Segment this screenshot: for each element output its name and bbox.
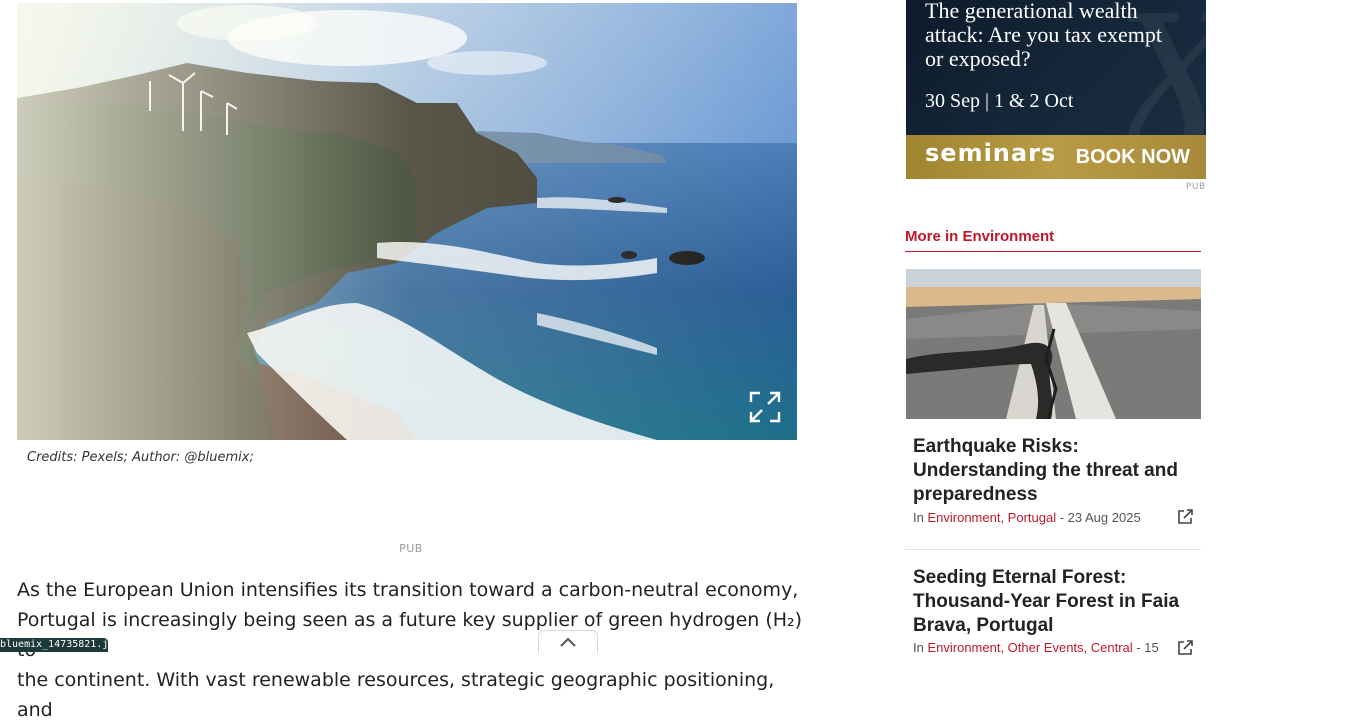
image-caption: Credits: Pexels; Author: @bluemix; <box>27 450 254 465</box>
article-thumbnail[interactable] <box>906 269 1201 419</box>
hero-image[interactable] <box>17 3 797 440</box>
article-date: - 23 Aug 2025 <box>1059 510 1141 525</box>
expand-icon[interactable] <box>748 390 782 424</box>
category-links[interactable]: Environment, Other Events, Central <box>927 640 1132 655</box>
section-heading: More in Environment <box>905 228 1201 252</box>
ad-banner-bottom: seminars BOOK NOW <box>906 135 1206 179</box>
ad-headline: The generational wealth attack: Are you … <box>925 0 1163 71</box>
meta-in-label: In <box>913 510 924 525</box>
chevron-up-icon <box>560 637 576 647</box>
article-date: - 15 <box>1136 640 1159 655</box>
article-meta: In Environment, Portugal - 23 Aug 2025 <box>913 510 1141 525</box>
external-link-icon[interactable] <box>1176 639 1194 657</box>
article-line: Portugal is increasingly being seen as a… <box>17 609 803 661</box>
seminar-ad[interactable]: Ɣ The generational wealth attack: Are yo… <box>906 0 1206 179</box>
article-meta: In Environment, Other Events, Central - … <box>913 640 1159 655</box>
ad-dates: 30 Sep | 1 & 2 Oct <box>925 90 1074 112</box>
article-line: the continent. With vast renewable resou… <box>17 669 775 721</box>
article-body: As the European Union intensifies its tr… <box>17 575 807 725</box>
external-link-icon[interactable] <box>1176 508 1194 526</box>
ad-label: PUB <box>399 542 423 555</box>
article-title-link[interactable]: Earthquake Risks: Understanding the thre… <box>913 435 1198 507</box>
meta-in-label: In <box>913 640 924 655</box>
ad-label: PUB <box>1186 182 1206 192</box>
ad-brand: seminars <box>925 139 1057 167</box>
divider <box>905 549 1201 550</box>
article-line: As the European Union intensifies its tr… <box>17 579 799 601</box>
article-title-link[interactable]: Seeding Eternal Forest: Thousand-Year Fo… <box>913 566 1198 638</box>
book-now-button[interactable]: BOOK NOW <box>1076 146 1190 169</box>
category-links[interactable]: Environment, Portugal <box>927 510 1056 525</box>
ad-banner-top: Ɣ The generational wealth attack: Are yo… <box>906 0 1206 178</box>
